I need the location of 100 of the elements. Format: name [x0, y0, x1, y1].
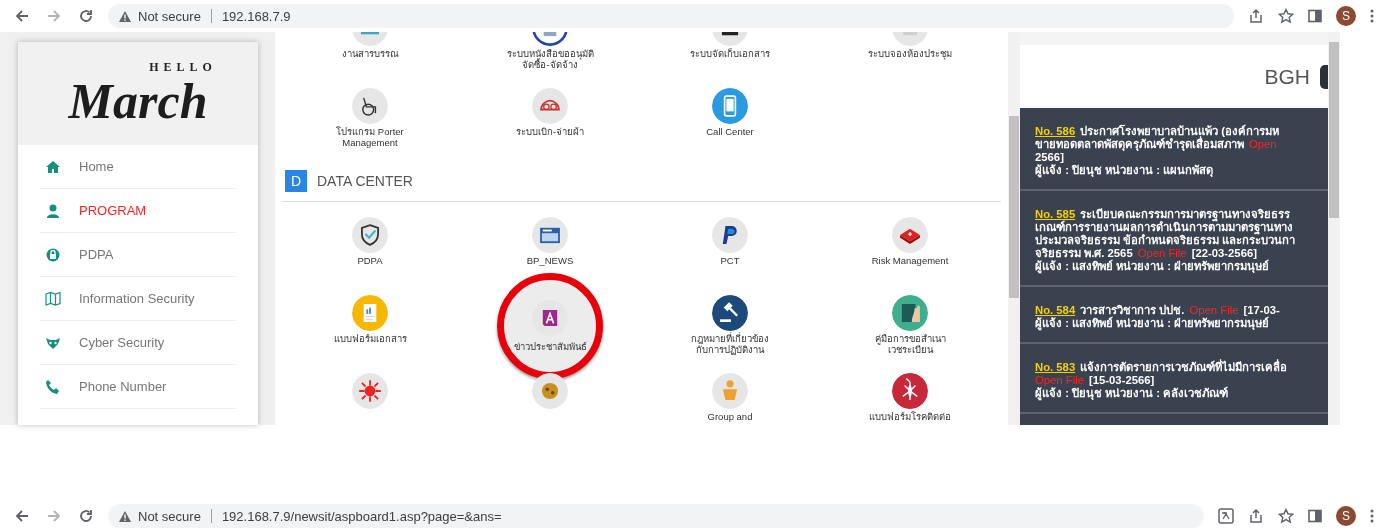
germ-icon [532, 373, 568, 409]
phone-icon [45, 378, 61, 395]
app-tile[interactable]: คู่มือการขอสำเนา เวชระเบียน [874, 295, 946, 355]
app-tile[interactable]: PDPA [352, 217, 388, 267]
tile-label: โปรแกรม Porter Management [336, 127, 404, 148]
nav-item[interactable]: PROGRAM [40, 189, 236, 233]
notice-number-link[interactable]: No. 585 [1035, 208, 1076, 221]
app-tile[interactable]: กฎหมายที่เกี่ยวข้อง กับการปฏิบัติงาน [691, 295, 769, 355]
tile-label: Risk Management [871, 256, 949, 267]
translate-icon[interactable] [1218, 508, 1234, 524]
tile-label: แบบฟอร์มเอกสาร [333, 334, 407, 345]
reload-icon[interactable] [78, 8, 94, 24]
app-tile[interactable]: โปรแกรม Porter Management [336, 88, 404, 148]
app-tile[interactable]: PCT [712, 217, 748, 267]
app-tile[interactable]: งานสารบรรณ [341, 32, 399, 60]
back-arrow-icon[interactable] [14, 8, 30, 24]
tile-label: PDPA [357, 256, 383, 267]
app-tile[interactable]: ระบบหนังสือขออนุมัติ จัดซื้อ-จัดจ้าง [506, 32, 594, 70]
tile-label: BP_NEWS [526, 256, 574, 267]
p-letter-icon [712, 217, 748, 253]
app-tile[interactable]: แบบฟอร์มเอกสาร [333, 295, 407, 345]
url-text: 192.168.7.9 [221, 8, 291, 24]
nav-item[interactable]: Information Security [40, 277, 236, 321]
notice-text: ผู้แจ้ง : ปิยนุช หน่วยงาน : คลังเวชภัณฑ์ [1035, 387, 1229, 400]
tile-label: PCT [720, 256, 740, 267]
notice-text: แจ้งการตัดรายการเวชภัณฑ์ที่ไม่มีการเคลื่อ [1080, 361, 1288, 374]
address-bar[interactable]: Not secure 192.168.7.9/newsit/aspboard1.asp?page=&ans= [108, 504, 1204, 528]
notice-text: จริยธรรม พ.ศ. 2565 [1035, 247, 1133, 259]
tile-label: Call Center [706, 127, 754, 138]
profile-avatar[interactable]: S [1336, 506, 1356, 526]
gavel-icon [712, 295, 748, 331]
header-block [1320, 64, 1328, 89]
wheelchair-icon [352, 88, 388, 124]
scrollbar[interactable] [1008, 32, 1020, 425]
app-tile[interactable] [532, 373, 568, 411]
logo-text: March [68, 76, 208, 126]
star-icon[interactable] [1278, 508, 1294, 524]
side-panel-icon[interactable] [1308, 509, 1322, 523]
notice-number-link[interactable]: No. 583 [1035, 361, 1076, 374]
menu-icon[interactable] [1370, 9, 1374, 23]
a-letter-icon [532, 299, 568, 336]
user-icon [45, 202, 61, 219]
newspaper-icon [532, 217, 568, 253]
notice-text: ขายทอดตลาดพัสดุครุภัณฑ์ชำรุดเสื่อมสภาพ [1035, 138, 1244, 151]
cloth-icon [532, 88, 568, 124]
share-icon[interactable] [1248, 508, 1264, 524]
nav-item[interactable]: Cyber Security [40, 321, 236, 365]
notice-text: ประมวลจริยธรรม ข้อกำหนดจริยธรรม และกระบวนกา [1035, 234, 1296, 247]
map-icon [45, 290, 61, 307]
menu-icon[interactable] [1370, 509, 1374, 523]
notice-number-link[interactable]: No. 584 [1035, 304, 1076, 317]
app-tile[interactable]: ข่าวประชาสัมพันธ์ [497, 273, 603, 379]
tile-label: ระบบเบิก-จ่ายผ้า [515, 127, 585, 138]
reload-icon[interactable] [78, 508, 94, 524]
url-text: 192.168.7.9/newsit/aspboard1.asp?page=&ans= [221, 508, 502, 524]
app-tile[interactable]: ระบบจัดเก็บเอกสาร [690, 32, 770, 60]
app-tile[interactable]: BP_NEWS [526, 217, 574, 267]
share-icon[interactable] [1248, 8, 1264, 24]
app-tile[interactable]: Group and [707, 373, 753, 423]
notice-number-link[interactable]: No. 586 [1035, 125, 1076, 138]
notice-text: [17-03- [1243, 304, 1280, 317]
tile-label: กฎหมายที่เกี่ยวข้อง กับการปฏิบัติงาน [691, 334, 769, 355]
app-tile[interactable]: Risk Management [871, 217, 949, 267]
notice-text: 2566] [1035, 151, 1064, 164]
scrollbar[interactable] [1328, 32, 1340, 425]
tile-label: งานสารบรรณ [341, 49, 399, 60]
tile-label: ข่าวประชาสัมพันธ์ [513, 341, 587, 353]
logo-small-text: HELLO [149, 61, 217, 74]
home-icon [45, 158, 61, 175]
warning-icon [118, 509, 132, 523]
mobile-phone-icon [712, 88, 748, 124]
notice-text: วารสารวิชาการ ปปช. [1080, 304, 1185, 316]
notice-text: [15-03-2566] [1089, 374, 1155, 387]
nav-item[interactable]: Home [40, 145, 236, 189]
warning-icon [118, 9, 132, 23]
app-tile[interactable]: ระบบจองห้องประชุม [868, 32, 952, 60]
nav-item[interactable]: Phone Number [40, 365, 236, 409]
notice-text: เกณฑ์การรายงานผลการดำเนินการตามมาตรฐานทาง [1035, 221, 1293, 234]
side-panel-icon[interactable] [1308, 9, 1322, 23]
tile-label: Group and [707, 412, 753, 423]
notice-text: ระเบียบคณะกรรมการมาตรฐานทางจริยธรร [1080, 208, 1291, 221]
tile-label: ระบบหนังสือขออนุมัติ จัดซื้อ-จัดจ้าง [506, 49, 594, 70]
app-tile[interactable]: ระบบเบิก-จ่ายผ้า [515, 88, 585, 138]
notice-text: ผู้แจ้ง : แสงทิพย์ หน่วยงาน : ฝ่ายทรัพยากรมนุษย์ [1035, 260, 1270, 273]
tile-label: ระบบจัดเก็บเอกสาร [690, 49, 770, 60]
app-tile[interactable]: Call Center [706, 88, 754, 138]
back-arrow-icon[interactable] [14, 508, 30, 524]
address-bar[interactable]: Not secure 192.168.7.9 [108, 4, 1234, 28]
shield-icon [352, 217, 388, 253]
baby-icon [712, 373, 748, 409]
profile-avatar[interactable]: S [1336, 6, 1356, 26]
panel-title: BGH [1264, 64, 1310, 89]
nav-item[interactable]: PDPA [40, 233, 236, 277]
app-tile[interactable]: แบบฟอร์มโรคติดต่อ [869, 373, 951, 423]
book-hand-icon [892, 295, 928, 331]
app-tile[interactable] [352, 373, 388, 411]
section-title: DATA CENTER [317, 173, 413, 189]
star-icon[interactable] [1278, 8, 1294, 24]
tile-label: คู่มือการขอสำเนา เวชระเบียน [874, 334, 946, 355]
notice-text: ผู้แจ้ง : แสงทิพย์ หน่วยงาน : ฝ่ายทรัพยากรมนุษย์ [1035, 317, 1270, 330]
